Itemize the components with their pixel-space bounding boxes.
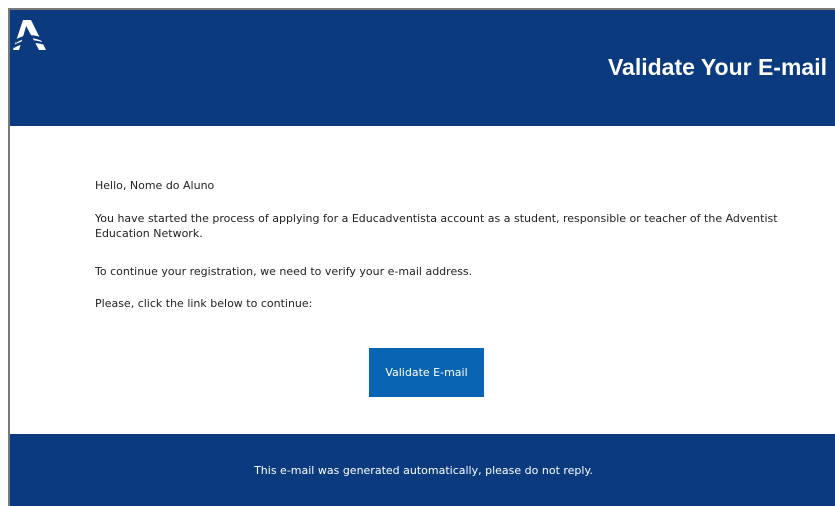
email-footer: This e-mail was generated automatically,…	[10, 434, 835, 506]
greeting-text: Hello, Nome do Aluno	[95, 179, 215, 192]
email-frame: Validate Your E-mail Hello, Nome do Alun…	[8, 8, 835, 506]
validate-email-button[interactable]: Validate E-mail	[369, 348, 484, 397]
intro-paragraph: You have started the process of applying…	[95, 212, 778, 240]
footer-notice: This e-mail was generated automatically,…	[254, 464, 593, 477]
instruction-paragraph: Please, click the link below to continue…	[95, 297, 313, 310]
verify-paragraph: To continue your registration, we need t…	[95, 265, 473, 278]
adventist-logo-icon	[13, 20, 46, 50]
email-header: Validate Your E-mail	[10, 10, 835, 126]
page-title: Validate Your E-mail	[607, 54, 827, 80]
